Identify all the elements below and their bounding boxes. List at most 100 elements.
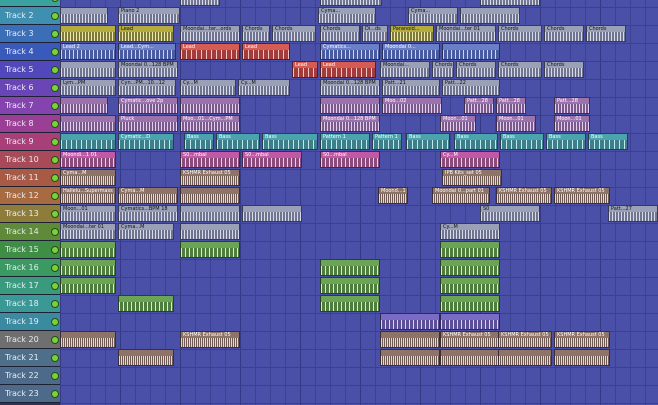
playlist-clip[interactable]: Bass	[546, 133, 586, 150]
playlist-clip[interactable]	[320, 259, 380, 276]
playlist-clip[interactable]: Cyma...M	[60, 169, 116, 186]
track-mute-led-icon[interactable]	[51, 210, 59, 218]
track-header[interactable]: Track 23	[0, 385, 60, 403]
playlist-clip[interactable]	[440, 277, 500, 294]
playlist-clip[interactable]: Pattern 1	[372, 133, 402, 150]
track-header[interactable]	[0, 0, 60, 7]
playlist-clip[interactable]: Pattern 1	[320, 133, 370, 150]
playlist-clip[interactable]: Cymatic...ove 2p	[118, 97, 178, 114]
track-mute-led-icon[interactable]	[51, 0, 59, 2]
playlist-clip[interactable]: S0...mbal	[242, 151, 302, 168]
track-mute-led-icon[interactable]	[51, 120, 59, 128]
playlist-clip[interactable]: Di...ds	[362, 25, 388, 42]
playlist-clip[interactable]: Chords	[456, 61, 496, 78]
playlist-clip[interactable]	[60, 25, 116, 42]
playlist-clip[interactable]	[442, 43, 500, 60]
playlist-clip[interactable]: Chords	[320, 25, 360, 42]
playlist-clip[interactable]: Moon...01	[60, 205, 116, 222]
playlist-clip[interactable]	[554, 349, 610, 366]
playlist-clip[interactable]: Cy...M	[238, 79, 290, 96]
playlist-clip[interactable]	[380, 349, 440, 366]
playlist-clip[interactable]: Cyn...PM...10...12	[118, 79, 176, 96]
playlist-clip[interactable]: Moondai 0...128 BPM	[320, 79, 380, 96]
playlist-clip[interactable]: Lead	[292, 61, 318, 78]
playlist-clip[interactable]	[320, 277, 380, 294]
track-header[interactable]: Track 20	[0, 331, 60, 349]
playlist-clip[interactable]: Hallelu...Supermass	[60, 187, 116, 204]
playlist-clip[interactable]: Moon...01	[440, 115, 476, 132]
playlist-clip[interactable]	[180, 223, 240, 240]
playlist-clip[interactable]: Patt...22	[442, 79, 500, 96]
playlist-clip[interactable]: Chords	[432, 61, 454, 78]
track-header[interactable]: Track 21	[0, 349, 60, 367]
track-header[interactable]: Track 9	[0, 133, 60, 151]
playlist-clip[interactable]: KSHMR Exhaust 05	[554, 331, 610, 348]
track-mute-led-icon[interactable]	[51, 138, 59, 146]
playlist-clip[interactable]: KSHMR Exhaust 05	[180, 331, 240, 348]
track-mute-led-icon[interactable]	[51, 66, 59, 74]
track-mute-led-icon[interactable]	[51, 300, 59, 308]
track-mute-led-icon[interactable]	[51, 318, 59, 326]
playlist-clip[interactable]: Chords	[272, 25, 316, 42]
playlist-clip[interactable]	[118, 349, 174, 366]
playlist-clip[interactable]	[180, 97, 240, 114]
playlist-clip[interactable]	[60, 97, 108, 114]
playlist-clip[interactable]	[440, 349, 500, 366]
playlist-clip[interactable]: KSHMR Exhaust 05	[180, 169, 240, 186]
playlist-clip[interactable]: Cy...M	[180, 79, 236, 96]
playlist-clip[interactable]: Patt...27	[608, 205, 658, 222]
track-header[interactable]: Track 22	[0, 367, 60, 385]
track-header[interactable]: Track 3	[0, 25, 60, 43]
playlist-clip[interactable]	[60, 115, 116, 132]
playlist-clip[interactable]	[118, 295, 174, 312]
track-mute-led-icon[interactable]	[51, 48, 59, 56]
playlist-clip[interactable]: Lead	[118, 25, 174, 42]
playlist-clip[interactable]: Lead	[242, 43, 290, 60]
playlist-clip[interactable]: Lym...PM	[60, 79, 116, 96]
playlist-clip[interactable]: Cy...M	[440, 151, 500, 168]
playlist-clip[interactable]: Moon...01	[496, 115, 536, 132]
playlist-clip[interactable]: Pluck	[118, 115, 178, 132]
playlist-clip[interactable]	[180, 205, 240, 222]
playlist-clip[interactable]: Moondai 0...part 01	[432, 187, 490, 204]
playlist-clip[interactable]	[60, 331, 116, 348]
playlist-clip[interactable]: Moondi...1 01	[60, 151, 116, 168]
playlist-clip[interactable]: S0...mbal	[180, 151, 240, 168]
track-header[interactable]: Track 5	[0, 61, 60, 79]
playlist-clip[interactable]: Moondai 0...128 BPM	[118, 61, 178, 78]
playlist-clip[interactable]	[460, 7, 520, 24]
playlist-clip[interactable]	[60, 7, 108, 24]
playlist-clip[interactable]: Cymatics...BPM 18	[118, 205, 178, 222]
playlist-clip[interactable]: Cyma...M	[118, 187, 178, 204]
track-header[interactable]: Track 19	[0, 313, 60, 331]
playlist-clip[interactable]: Bass	[406, 133, 450, 150]
playlist-clip[interactable]: Moondai...ter 01	[60, 223, 116, 240]
playlist-clip[interactable]	[242, 205, 302, 222]
playlist-clip[interactable]: Bass	[216, 133, 260, 150]
track-header[interactable]: Track 8	[0, 115, 60, 133]
track-header[interactable]: Track 10	[0, 151, 60, 169]
track-mute-led-icon[interactable]	[51, 264, 59, 272]
playlist-clip[interactable]: Moon...01	[554, 115, 590, 132]
playlist-clip[interactable]: KSHMR Exhaust 05	[498, 331, 552, 348]
track-mute-led-icon[interactable]	[51, 102, 59, 110]
track-header[interactable]: Track 13	[0, 205, 60, 223]
track-mute-led-icon[interactable]	[51, 390, 59, 398]
playlist-clip[interactable]	[60, 133, 116, 150]
playlist-clip[interactable]: Moondai 0...128 BPM	[320, 115, 380, 132]
playlist-clip[interactable]: Bass	[500, 133, 544, 150]
track-header[interactable]: Track 16	[0, 259, 60, 277]
playlist-grid[interactable]: Piano 2 Cyma... Cyma... Lead Moondai...ter..…	[60, 0, 658, 405]
playlist-clip[interactable]: Bass	[184, 133, 214, 150]
playlist-clip[interactable]: Moo...01...Cym...PM	[180, 115, 240, 132]
playlist-clip[interactable]: Patt...28	[464, 97, 494, 114]
track-header[interactable]: Track 6	[0, 79, 60, 97]
playlist-clip[interactable]: Chords	[586, 25, 626, 42]
playlist-clip[interactable]: Moond...1 01	[378, 187, 408, 204]
playlist-clip[interactable]: S0...mbal	[320, 151, 380, 168]
track-mute-led-icon[interactable]	[51, 84, 59, 92]
playlist-clip[interactable]: S0	[480, 205, 540, 222]
playlist-clip[interactable]	[380, 313, 440, 330]
playlist-clip[interactable]: Chords	[498, 25, 542, 42]
playlist-clip[interactable]: Moondai 0...	[382, 43, 440, 60]
